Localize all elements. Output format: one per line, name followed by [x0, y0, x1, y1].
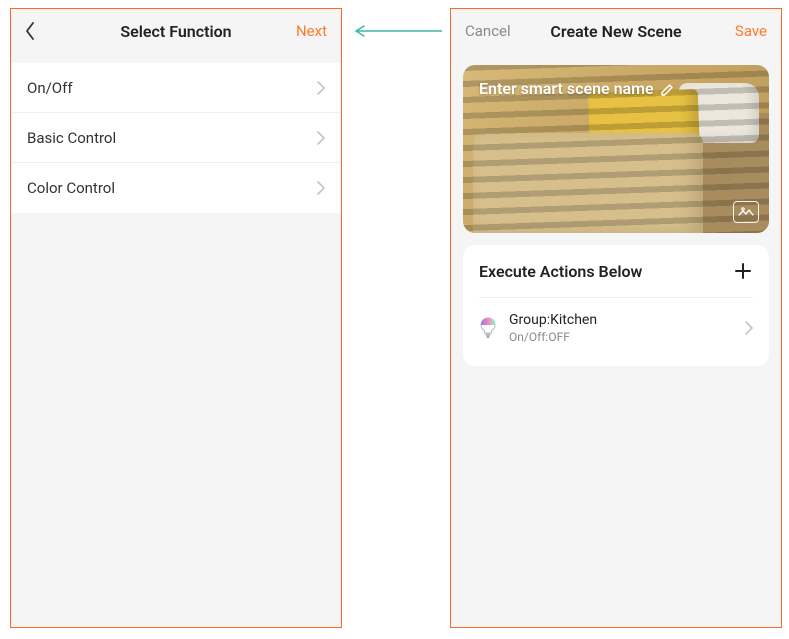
- function-row-basic-control[interactable]: Basic Control: [11, 113, 341, 163]
- actions-card: Execute Actions Below: [463, 245, 769, 366]
- row-label: Basic Control: [27, 129, 116, 147]
- navbar-left: Select Function Next: [11, 9, 341, 53]
- scene-cover-card: Enter smart scene name: [463, 65, 769, 233]
- action-title: Group:Kitchen: [509, 312, 733, 328]
- function-row-onoff[interactable]: On/Off: [11, 63, 341, 113]
- function-list: On/Off Basic Control Color Control: [11, 63, 341, 213]
- action-text: Group:Kitchen On/Off:OFF: [509, 312, 733, 344]
- actions-header: Execute Actions Below: [479, 261, 753, 298]
- image-icon: [738, 206, 754, 218]
- next-button[interactable]: Next: [296, 22, 327, 40]
- plus-icon: [735, 263, 751, 279]
- select-function-screen: Select Function Next On/Off Basic Contro…: [10, 8, 342, 628]
- change-cover-button[interactable]: [733, 201, 759, 223]
- flow-arrow-icon: [352, 24, 442, 38]
- chevron-right-icon: [317, 181, 325, 195]
- save-button[interactable]: Save: [735, 22, 767, 40]
- back-icon[interactable]: [25, 22, 35, 40]
- scene-name-input[interactable]: Enter smart scene name: [479, 79, 676, 98]
- actions-title: Execute Actions Below: [479, 262, 642, 281]
- action-subtitle: On/Off:OFF: [509, 330, 733, 344]
- row-label: On/Off: [27, 79, 73, 97]
- edit-icon: [660, 81, 676, 97]
- navbar-right: Cancel Create New Scene Save: [451, 9, 781, 53]
- chevron-right-icon: [317, 81, 325, 95]
- create-scene-screen: Cancel Create New Scene Save Enter smart…: [450, 8, 782, 628]
- page-title: Create New Scene: [525, 22, 707, 41]
- chevron-right-icon: [317, 131, 325, 145]
- add-action-button[interactable]: [733, 261, 753, 281]
- action-row-kitchen[interactable]: Group:Kitchen On/Off:OFF: [479, 298, 753, 358]
- row-label: Color Control: [27, 179, 115, 197]
- bulb-icon: [479, 317, 497, 339]
- page-title: Select Function: [85, 22, 267, 41]
- function-row-color-control[interactable]: Color Control: [11, 163, 341, 213]
- chevron-right-icon: [745, 321, 753, 335]
- scene-name-placeholder: Enter smart scene name: [479, 79, 654, 98]
- cancel-button[interactable]: Cancel: [465, 22, 511, 40]
